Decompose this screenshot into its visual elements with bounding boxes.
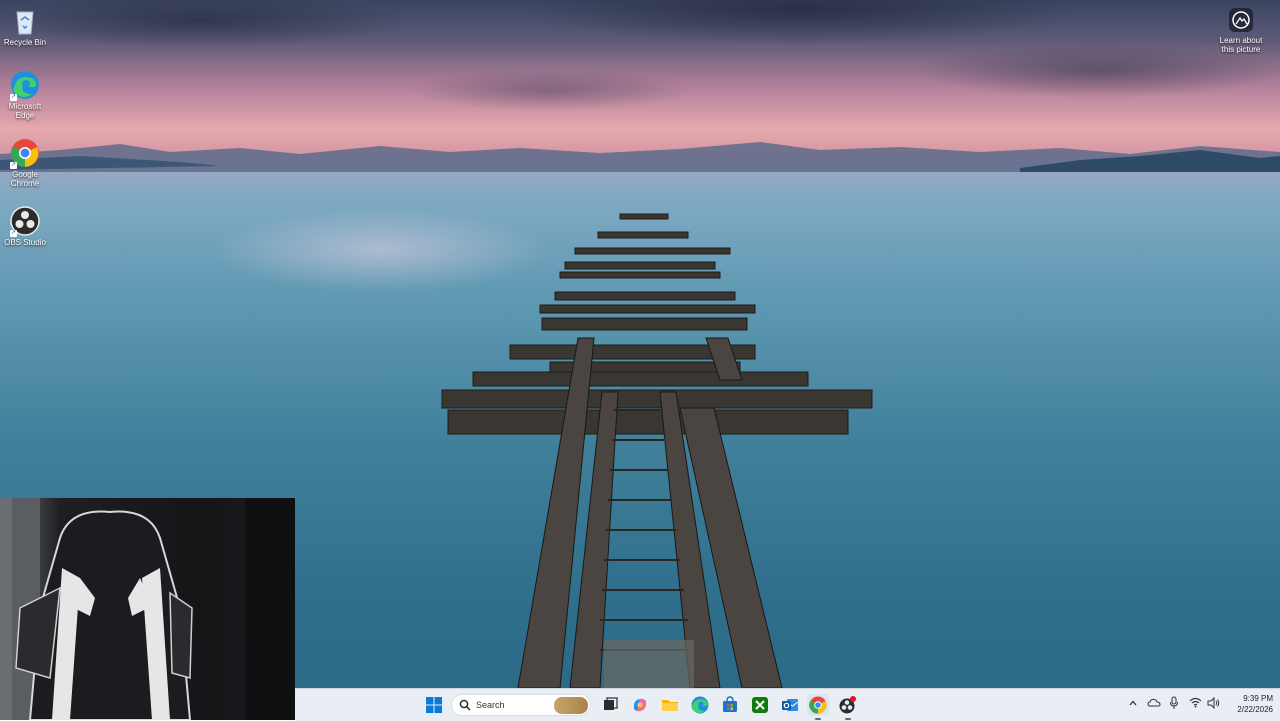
outlook-icon: [782, 699, 799, 711]
learn-about-picture-button[interactable]: Learn about this picture: [1214, 8, 1268, 54]
copilot-button[interactable]: [629, 694, 651, 716]
edge-icon: [691, 696, 709, 714]
edge-taskbar-button[interactable]: [689, 694, 711, 716]
volume-tray-button[interactable]: [1207, 696, 1220, 712]
desktop-icon-recycle-bin[interactable]: Recycle Bin: [2, 6, 48, 47]
desktop-icon-chrome[interactable]: ↗ Google Chrome: [2, 138, 48, 188]
shortcut-arrow-icon: ↗: [10, 94, 17, 101]
store-icon: [723, 696, 737, 712]
obs-taskbar-button[interactable]: [837, 694, 859, 720]
clock-button[interactable]: 9:39 PM 2/22/2026: [1221, 693, 1273, 715]
outlook-button[interactable]: [779, 694, 801, 716]
learn-about-picture-label: Learn about this picture: [1219, 36, 1263, 54]
start-button[interactable]: [423, 694, 445, 716]
clock-time: 9:39 PM: [1243, 694, 1273, 703]
store-button[interactable]: [719, 694, 741, 716]
show-hidden-icons-button[interactable]: [1127, 697, 1139, 712]
network-tray-button[interactable]: [1189, 697, 1202, 711]
taskbar: Search 9:39 PM 2/22/2026: [295, 688, 1280, 721]
desktop-icon-label: OBS Studio: [4, 238, 46, 247]
onedrive-icon: [1147, 698, 1161, 707]
chrome-icon: ↗: [10, 138, 40, 169]
recycle-bin-icon: [10, 6, 40, 36]
onedrive-tray-button[interactable]: [1147, 697, 1161, 712]
search-label: Search: [476, 700, 505, 710]
chevron-up-icon: [1129, 700, 1137, 706]
windows-start-icon: [426, 697, 442, 713]
edge-icon: ↗: [10, 70, 40, 101]
obs-icon: ↗: [10, 206, 40, 237]
xbox-button[interactable]: [749, 694, 771, 716]
webcam-gaming-chair: [0, 498, 295, 720]
camera-icon: [1229, 8, 1253, 32]
search-highlight-image: [554, 697, 588, 714]
task-view-button[interactable]: [599, 694, 621, 716]
search-icon: [459, 699, 471, 711]
desktop-icon-label: Microsoft Edge: [8, 102, 42, 120]
chrome-icon: [809, 696, 827, 714]
copilot-icon: [633, 698, 647, 712]
chrome-taskbar-button[interactable]: [807, 694, 829, 720]
folder-icon: [662, 700, 678, 711]
task-view-icon: [604, 697, 618, 710]
shortcut-arrow-icon: ↗: [10, 162, 17, 169]
wifi-icon: [1189, 697, 1202, 708]
desktop-icon-label: Recycle Bin: [3, 38, 47, 47]
shortcut-arrow-icon: ↗: [10, 230, 17, 237]
webcam-preview: [0, 498, 295, 720]
file-explorer-button[interactable]: [659, 694, 681, 716]
microphone-tray-button[interactable]: [1169, 696, 1179, 713]
taskbar-search-box[interactable]: Search: [451, 694, 591, 716]
obs-icon: [839, 696, 856, 714]
desktop-icon-obs[interactable]: ↗ OBS Studio: [2, 206, 48, 247]
clock-date: 2/22/2026: [1237, 705, 1273, 714]
microphone-icon: [1170, 696, 1178, 709]
desktop-icon-edge[interactable]: ↗ Microsoft Edge: [2, 70, 48, 120]
xbox-icon: [752, 697, 768, 713]
desktop-icon-label: Google Chrome: [10, 170, 40, 188]
speaker-icon: [1207, 696, 1220, 710]
